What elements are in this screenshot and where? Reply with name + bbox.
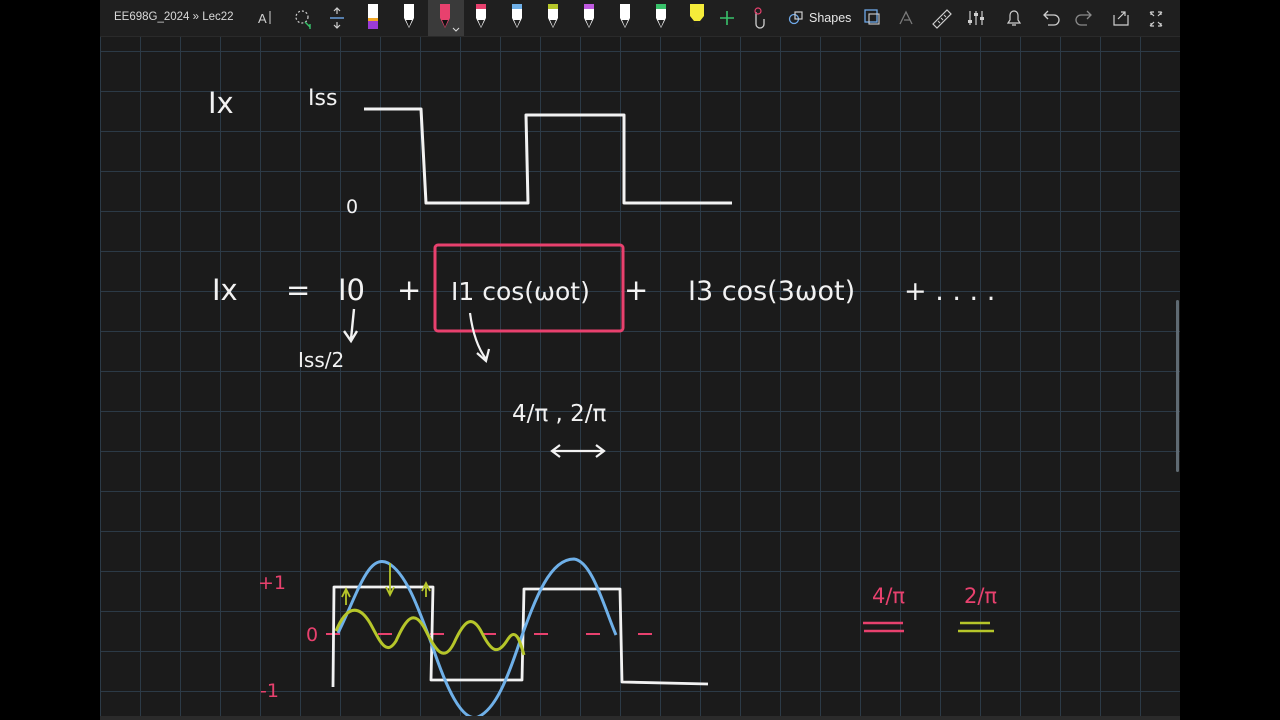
shapes-label: Shapes xyxy=(809,11,852,25)
svg-text:A: A xyxy=(258,11,267,26)
fullscreen-icon[interactable] xyxy=(1149,11,1163,27)
iss-label: Iss xyxy=(308,86,337,111)
i3-term: I3 cos(3ωot) xyxy=(688,276,855,307)
undo-icon[interactable] xyxy=(1043,10,1060,26)
pen-icon[interactable] xyxy=(620,4,630,28)
tool-strip: A xyxy=(258,0,765,36)
io-term: I0 xyxy=(338,273,365,307)
lasso-icon[interactable] xyxy=(295,10,311,29)
zero-label: 0 xyxy=(346,196,358,218)
touch-write-icon[interactable] xyxy=(754,7,765,29)
shapes-icon xyxy=(788,11,803,25)
double-arrow xyxy=(550,444,606,458)
settings-icon[interactable] xyxy=(968,11,984,25)
series-tail: + . . . . xyxy=(904,276,995,307)
zero-axis-label: 0 xyxy=(306,624,318,646)
i1-term: I1 cos(ωot) xyxy=(451,277,590,306)
ink-layer: Ix Iss 0 Ix = I0 + I1 cos(ωot) + I3 cos(… xyxy=(208,86,997,716)
side-underline-right xyxy=(958,621,994,633)
pen-icon[interactable] xyxy=(548,4,558,28)
io-arrow xyxy=(343,308,359,344)
bottom-edge xyxy=(100,716,1180,720)
ruler-icon[interactable] xyxy=(932,9,952,29)
breadcrumb[interactable]: EE698G_2024 » Lec22 xyxy=(114,11,234,23)
redo-icon[interactable] xyxy=(1075,10,1092,26)
plus-one-label: +1 xyxy=(258,572,286,594)
add-pen-icon[interactable] xyxy=(720,11,734,25)
pen-icon[interactable] xyxy=(404,4,414,28)
bell-icon[interactable] xyxy=(1006,10,1022,26)
text-select-icon[interactable]: A xyxy=(258,11,271,26)
pen-icon[interactable] xyxy=(512,4,522,28)
side-underline-left xyxy=(863,621,904,633)
ink-to-shape-icon[interactable] xyxy=(864,9,880,25)
ix-label: Ix xyxy=(208,86,234,120)
ink-to-math-icon[interactable] xyxy=(899,10,913,25)
shapes-button[interactable]: Shapes xyxy=(788,7,851,29)
io-value: Iss/2 xyxy=(298,348,344,372)
equals-sign: = xyxy=(286,273,310,307)
note-canvas[interactable]: Ix Iss 0 Ix = I0 + I1 cos(ωot) + I3 cos(… xyxy=(100,37,1180,716)
i1-arrow xyxy=(468,312,491,364)
space-insert-icon[interactable] xyxy=(330,7,344,29)
pen-icon[interactable] xyxy=(428,0,464,36)
pen-icon[interactable] xyxy=(584,4,594,28)
pen-icon[interactable] xyxy=(656,4,666,28)
square-wave xyxy=(364,107,732,205)
pen-icon[interactable] xyxy=(368,4,378,29)
i1-value: 4/π , 2/π xyxy=(512,401,607,427)
side-fraction-left: 4/π xyxy=(872,584,905,608)
plus-sign-2: + xyxy=(624,273,648,307)
highlighter-icon[interactable] xyxy=(690,4,704,27)
plus-sign: + xyxy=(397,273,421,307)
ix-lhs: Ix xyxy=(212,273,238,307)
tool-strip-right xyxy=(864,9,1163,29)
share-icon[interactable] xyxy=(1113,11,1129,26)
third-harmonic-wave xyxy=(334,608,526,656)
pen-icon[interactable] xyxy=(476,4,486,28)
vertical-scrollbar[interactable] xyxy=(1176,300,1179,472)
side-fraction-right: 2/π xyxy=(964,584,997,608)
toolbar: EE698G_2024 » Lec22 A Shapes xyxy=(100,0,1180,37)
minus-one-label: -1 xyxy=(260,680,279,702)
